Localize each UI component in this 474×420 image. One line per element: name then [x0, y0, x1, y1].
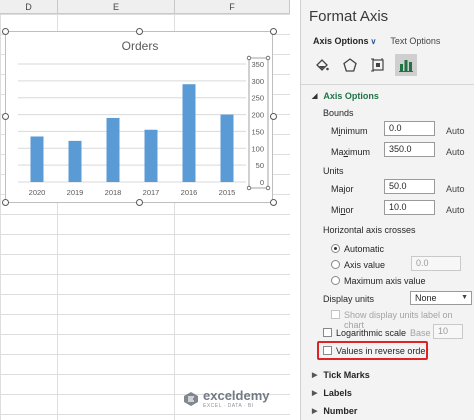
y-tick-label: 300: [251, 77, 264, 86]
bar: [220, 114, 234, 182]
column-header-e[interactable]: E: [58, 0, 175, 14]
x-tick-label: 2020: [29, 188, 46, 197]
bounds-label: Bounds: [323, 108, 354, 118]
watermark-tagline: EXCEL · DATA · BI: [203, 403, 254, 409]
display-units-value: None: [415, 293, 437, 303]
pane-tabs: Axis Options ∨ Text Options: [313, 36, 440, 46]
bar: [144, 129, 158, 182]
bar-chart[interactable]: Orders 0 50 100 150 200 250 300 350 2020 2019 2018 2…: [5, 31, 273, 203]
size-properties-icon[interactable]: [367, 54, 389, 76]
pane-title: Format Axis: [309, 8, 389, 25]
resize-handle-bottom[interactable]: [136, 199, 143, 206]
y-tick-label: 100: [251, 144, 264, 153]
x-tick-label: 2017: [143, 188, 160, 197]
section-axis-options-label: Axis Options: [323, 91, 379, 101]
minor-input[interactable]: 10.0: [384, 200, 435, 215]
category-icon-row: [311, 54, 417, 76]
base-label: Base: [410, 328, 431, 338]
x-tick-label: 2015: [219, 188, 236, 197]
highlight-box: [317, 341, 428, 360]
axis-value-radio[interactable]: [331, 260, 340, 269]
chart-canvas: Orders 0 50 100 150 200 250 300 350 2020 2019 2018 2…: [18, 39, 271, 197]
tab-axis-options[interactable]: Axis Options ∨: [313, 36, 376, 46]
display-units-select[interactable]: None ▼: [410, 291, 472, 305]
units-label: Units: [323, 166, 344, 176]
watermark-logo: exceldemy EXCEL · DATA · BI: [183, 388, 270, 409]
x-tick-label: 2019: [67, 188, 84, 197]
triangle-right-icon: ▶: [312, 390, 318, 397]
maximum-input[interactable]: 350.0: [384, 142, 435, 157]
bar: [106, 117, 120, 182]
axis-selection-handle: [265, 55, 271, 61]
major-auto-button[interactable]: Auto: [446, 184, 465, 194]
dropdown-arrow-icon: ▼: [461, 294, 468, 301]
resize-handle-left[interactable]: [2, 113, 9, 120]
divider: [301, 84, 474, 85]
axis-value-input[interactable]: 0.0: [411, 256, 461, 271]
resize-handle-top-right[interactable]: [270, 28, 277, 35]
section-tick-marks-label: Tick Marks: [323, 370, 370, 380]
fill-line-icon[interactable]: [311, 54, 333, 76]
resize-handle-bottom-left[interactable]: [2, 199, 9, 206]
section-labels-label: Labels: [323, 388, 352, 398]
maximum-axis-value-radio-label[interactable]: Maximum axis value: [344, 276, 426, 286]
triangle-right-icon: ▶: [312, 372, 318, 379]
y-tick-label: 350: [251, 60, 264, 69]
chevron-down-icon[interactable]: ∨: [371, 37, 377, 46]
axis-selection-handle: [246, 185, 252, 191]
resize-handle-top[interactable]: [136, 28, 143, 35]
section-number[interactable]: ▶ Number: [312, 406, 357, 416]
x-tick-label: 2018: [105, 188, 122, 197]
logarithmic-scale-label[interactable]: Logarithmic scale: [336, 328, 406, 338]
axis-selection-handle: [246, 55, 252, 61]
major-input[interactable]: 50.0: [384, 179, 435, 194]
display-units-label: Display units: [323, 294, 375, 304]
major-label: Major: [331, 184, 354, 194]
bar: [68, 140, 82, 182]
y-tick-label: 250: [251, 94, 264, 103]
column-header-d[interactable]: D: [0, 0, 58, 14]
maximum-label: Maximum: [331, 147, 371, 157]
minimum-label: Minimum: [331, 126, 368, 136]
column-header-f[interactable]: F: [175, 0, 290, 14]
tab-text-options[interactable]: Text Options: [390, 36, 440, 46]
minor-label: Minor: [331, 205, 354, 215]
axis-selection-handle: [265, 185, 271, 191]
chart-title: Orders: [122, 39, 159, 53]
bar: [30, 136, 44, 182]
x-tick-label: 2016: [181, 188, 198, 197]
exceldemy-logo-icon: [184, 391, 198, 406]
watermark-name: exceldemy: [203, 388, 270, 403]
column-headers: D E F: [0, 0, 290, 14]
base-input[interactable]: 10: [433, 324, 463, 339]
minimum-input[interactable]: 0.0: [384, 121, 435, 136]
effects-icon[interactable]: [339, 54, 361, 76]
section-axis-options[interactable]: ◢ Axis Options: [312, 91, 379, 101]
resize-handle-right[interactable]: [270, 113, 277, 120]
resize-handle-bottom-right[interactable]: [270, 199, 277, 206]
automatic-radio[interactable]: [331, 244, 340, 253]
axis-value-radio-label[interactable]: Axis value: [344, 260, 385, 270]
axis-options-icon[interactable]: [395, 54, 417, 76]
y-tick-label: 150: [251, 127, 264, 136]
automatic-radio-label[interactable]: Automatic: [344, 244, 384, 254]
horizontal-axis-crosses-label: Horizontal axis crosses: [323, 225, 416, 235]
y-tick-label: 200: [251, 111, 264, 120]
triangle-down-icon: ◢: [312, 93, 318, 100]
minimum-auto-button[interactable]: Auto: [446, 126, 465, 136]
maximum-axis-value-radio[interactable]: [331, 276, 340, 285]
y-tick-label: 0: [260, 178, 264, 187]
maximum-auto-button[interactable]: Auto: [446, 147, 465, 157]
logarithmic-scale-checkbox[interactable]: [323, 328, 332, 337]
section-number-label: Number: [323, 406, 358, 416]
section-labels[interactable]: ▶ Labels: [312, 388, 352, 398]
y-tick-label: 50: [256, 161, 264, 170]
minor-auto-button[interactable]: Auto: [446, 205, 465, 215]
triangle-right-icon: ▶: [312, 408, 318, 415]
bar: [182, 84, 196, 182]
spreadsheet-area[interactable]: D E F Orders 0 50 100 150 200 250 300 350 2020 201…: [0, 0, 290, 420]
show-units-label-checkbox[interactable]: [331, 310, 340, 319]
resize-handle-top-left[interactable]: [2, 28, 9, 35]
section-tick-marks[interactable]: ▶ Tick Marks: [312, 370, 370, 380]
